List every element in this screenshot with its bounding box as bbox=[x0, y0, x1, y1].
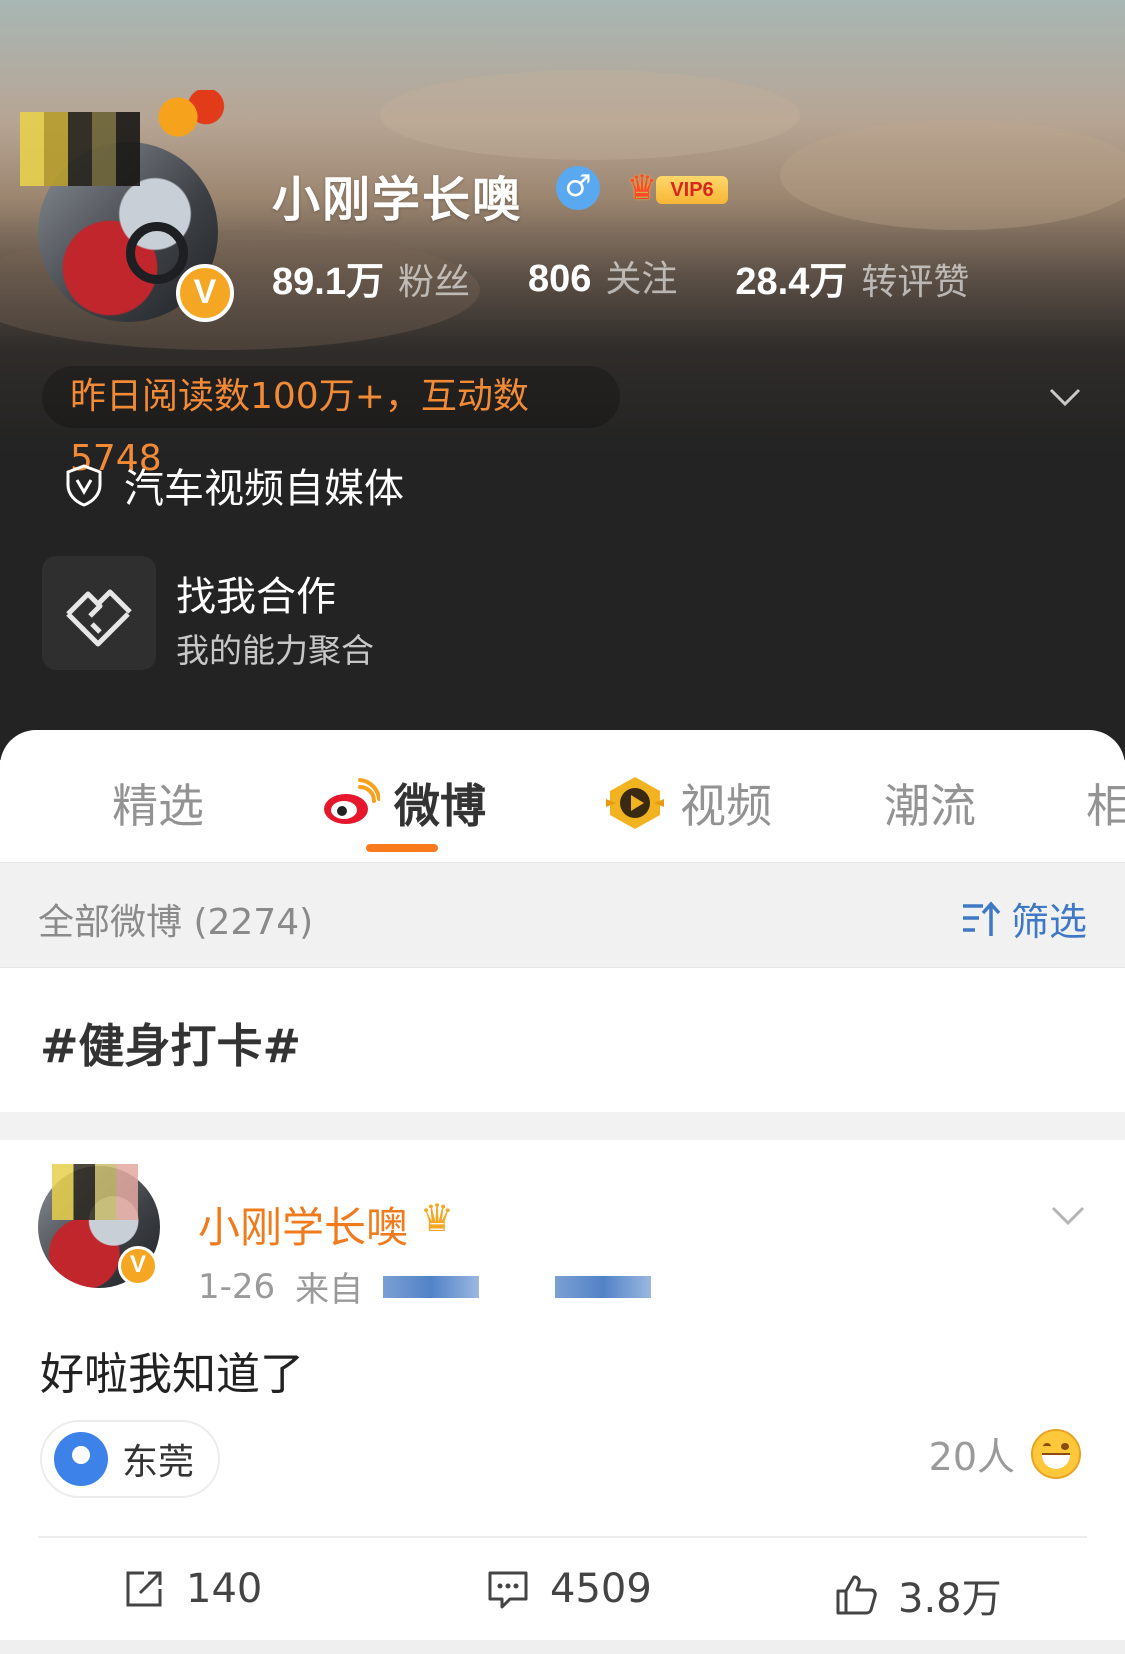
stat-label: 关注 bbox=[605, 259, 678, 300]
chevron-down-icon[interactable] bbox=[1050, 1196, 1086, 1232]
male-gender-icon: ♂ bbox=[556, 166, 600, 210]
topic-hashtag[interactable]: #健身打卡# bbox=[40, 1010, 301, 1076]
profile-name: 小刚学长噢 bbox=[272, 172, 523, 228]
blurred-source bbox=[383, 1275, 480, 1298]
tab-label: 潮流 bbox=[884, 779, 976, 833]
active-tab-indicator bbox=[366, 844, 438, 852]
verified-tag-label: 汽车视频自媒体 bbox=[124, 466, 404, 512]
stat-value: 28.4万 bbox=[735, 261, 848, 303]
verified-tag-row[interactable]: 汽车视频自媒体 bbox=[64, 456, 404, 514]
stat-engagement[interactable]: 28.4万 转评赞 bbox=[735, 250, 969, 305]
weibo-logo-icon bbox=[324, 778, 380, 824]
comment-count: 4509 bbox=[550, 1566, 652, 1612]
handshake-icon bbox=[42, 556, 156, 670]
like-count: 3.8万 bbox=[898, 1576, 1002, 1622]
topic-post[interactable]: #健身打卡# bbox=[0, 968, 1125, 1112]
stat-label: 转评赞 bbox=[861, 262, 970, 303]
stat-value: 89.1万 bbox=[272, 261, 384, 303]
repost-count: 140 bbox=[186, 1566, 263, 1612]
vip-crown-icon: ♛ bbox=[420, 1196, 455, 1240]
reactors-summary[interactable]: 20人 bbox=[929, 1426, 1081, 1481]
location-pin-icon bbox=[54, 1432, 108, 1486]
blurred-source bbox=[555, 1275, 652, 1298]
post-meta: 1-26 来自 bbox=[198, 1262, 652, 1311]
profile-avatar[interactable]: V bbox=[20, 90, 238, 322]
verified-badge-icon: V bbox=[176, 264, 234, 322]
tab-weibo[interactable]: 微博 bbox=[322, 770, 486, 836]
sand-texture bbox=[780, 120, 1125, 230]
post-avatar[interactable]: V bbox=[38, 1164, 178, 1296]
tab-label: 精选 bbox=[112, 779, 204, 833]
post-text: 好啦我知道了 bbox=[40, 1349, 304, 1400]
filter-sort-icon bbox=[962, 900, 1001, 936]
chevron-down-icon[interactable] bbox=[1048, 380, 1082, 414]
cooperation-title: 找我合作 bbox=[176, 574, 336, 620]
divider bbox=[38, 1536, 1087, 1538]
tab-trend[interactable]: 潮流 bbox=[884, 770, 976, 836]
bottom-separator bbox=[0, 1640, 1125, 1654]
reading-summary[interactable]: 昨日阅读数100万+，互动数5748 bbox=[42, 366, 620, 479]
location-label: 东莞 bbox=[122, 1442, 195, 1483]
tab-label: 相 bbox=[1086, 779, 1125, 833]
filter-bar: 全部微博 (2274) 筛选 bbox=[0, 862, 1125, 968]
filter-button[interactable]: 筛选 bbox=[961, 891, 1087, 946]
post-author-name[interactable]: 小刚学长噢 bbox=[198, 1194, 408, 1255]
profile-tabs: 精选 微博 视频 潮流 相 bbox=[0, 730, 1125, 862]
stat-label: 粉丝 bbox=[397, 262, 470, 303]
mosaic-overlay bbox=[52, 1164, 138, 1220]
reactors-count: 20人 bbox=[928, 1435, 1015, 1479]
comment-button[interactable]: 4509 bbox=[486, 1566, 652, 1612]
shield-icon bbox=[66, 464, 102, 507]
cooperation-subtitle: 我的能力聚合 bbox=[176, 631, 374, 670]
vip-level: VIP6 bbox=[656, 176, 728, 204]
comment-icon bbox=[488, 1571, 528, 1609]
post-date: 1-26 bbox=[198, 1266, 276, 1307]
share-icon bbox=[126, 1571, 162, 1607]
tab-video[interactable]: 视频 bbox=[604, 770, 772, 836]
post-source-prefix: 来自 bbox=[295, 1270, 364, 1310]
profile-header: V 小刚学长噢 ♂ ♛ VIP6 89.1万 粉丝 806 关注 28.4万 转… bbox=[0, 0, 1125, 760]
like-button[interactable]: 3.8万 bbox=[834, 1566, 1002, 1624]
location-tag[interactable]: 东莞 bbox=[40, 1420, 220, 1498]
tab-label: 视频 bbox=[680, 779, 772, 833]
stat-followers[interactable]: 89.1万 粉丝 bbox=[272, 250, 470, 305]
sand-texture bbox=[380, 70, 800, 160]
tab-partial[interactable]: 相 bbox=[1086, 770, 1125, 836]
post-actions: 140 4509 3.8万 bbox=[0, 1558, 1125, 1628]
verified-badge-icon: V bbox=[118, 1246, 158, 1286]
tab-featured[interactable]: 精选 bbox=[112, 770, 204, 836]
repost-button[interactable]: 140 bbox=[122, 1566, 262, 1612]
steering-wheel-shape bbox=[126, 222, 188, 284]
tab-label: 微博 bbox=[394, 779, 486, 833]
thumbs-up-icon bbox=[836, 1575, 877, 1615]
profile-stats: 89.1万 粉丝 806 关注 28.4万 转评赞 bbox=[272, 250, 969, 305]
all-posts-count: 全部微博 (2274) bbox=[38, 902, 314, 943]
vip-badge[interactable]: ♛ VIP6 bbox=[620, 168, 728, 208]
filter-label: 筛选 bbox=[1010, 900, 1087, 944]
laughing-emoji-icon bbox=[1031, 1428, 1081, 1479]
video-play-icon bbox=[606, 777, 664, 829]
stat-value: 806 bbox=[527, 258, 592, 300]
post-card[interactable]: V 小刚学长噢 ♛ 1-26 来自 好啦我知道了 东莞 20人 140 4509… bbox=[0, 1140, 1125, 1640]
stat-following[interactable]: 806 关注 bbox=[528, 250, 677, 305]
avatar-sticker bbox=[146, 90, 226, 144]
mosaic-overlay bbox=[20, 112, 140, 186]
